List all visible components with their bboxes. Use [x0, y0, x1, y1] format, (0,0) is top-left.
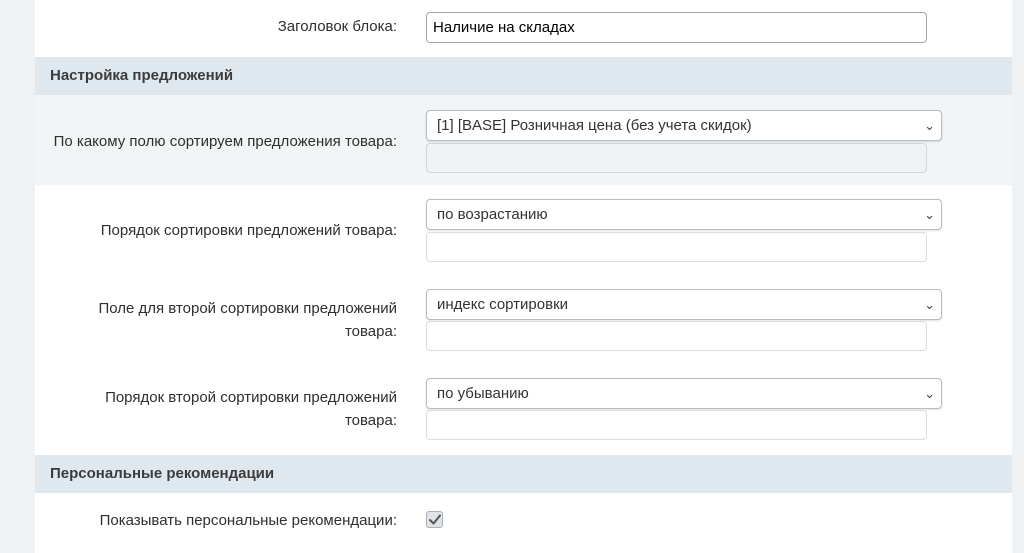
second-sort-order-select[interactable]: по убыванию ⌄: [426, 378, 942, 409]
show-recommendations-checkbox[interactable]: [426, 511, 443, 528]
settings-panel: Заголовок блока: Наличие на складах Наст…: [35, 0, 1012, 553]
sort-order-extra-input[interactable]: [426, 232, 927, 262]
show-recommendations-label: Показывать персональные рекомендации:: [99, 512, 397, 529]
second-sort-field-label-line1: Поле для второй сортировки предложений: [98, 300, 397, 317]
second-sort-field-extra-input[interactable]: [426, 321, 927, 351]
second-sort-field-label-line2: товара:: [344, 323, 397, 340]
section-header-offers: Настройка предложений: [35, 57, 1012, 95]
chevron-down-icon: ⌄: [924, 386, 935, 401]
sort-order-select[interactable]: по возрастанию ⌄: [426, 199, 942, 230]
second-sort-field-label: Поле для второй сортировки предложений т…: [35, 297, 397, 343]
second-sort-order-extra-input[interactable]: [426, 410, 927, 440]
second-sort-field-select[interactable]: индекс сортировки ⌄: [426, 289, 942, 320]
second-sort-order-label-line2: товара:: [344, 412, 397, 429]
section-header-recommendations: Персональные рекомендации: [35, 455, 1012, 493]
chevron-down-icon: ⌄: [924, 118, 935, 133]
sort-order-value: по возрастанию: [437, 206, 548, 223]
checkmark-icon: [429, 514, 441, 525]
block-title-input[interactable]: Наличие на складах: [426, 12, 927, 43]
second-sort-order-label: Порядок второй сортировки предложений то…: [35, 386, 397, 432]
second-sort-order-label-line1: Порядок второй сортировки предложений: [105, 389, 397, 406]
sort-field-select[interactable]: [1] [BASE] Розничная цена (без учета ски…: [426, 110, 942, 141]
second-sort-field-value: индекс сортировки: [437, 296, 569, 313]
sort-field-value: [1] [BASE] Розничная цена (без учета ски…: [437, 117, 752, 134]
sort-field-extra-input: [426, 143, 927, 173]
chevron-down-icon: ⌄: [924, 207, 935, 222]
second-sort-order-value: по убыванию: [437, 385, 529, 402]
sort-order-label: Порядок сортировки предложений товара:: [100, 222, 397, 239]
chevron-down-icon: ⌄: [924, 297, 935, 312]
sort-field-label: По какому полю сортируем предложения тов…: [53, 133, 397, 150]
block-title-label: Заголовок блока:: [277, 18, 397, 35]
